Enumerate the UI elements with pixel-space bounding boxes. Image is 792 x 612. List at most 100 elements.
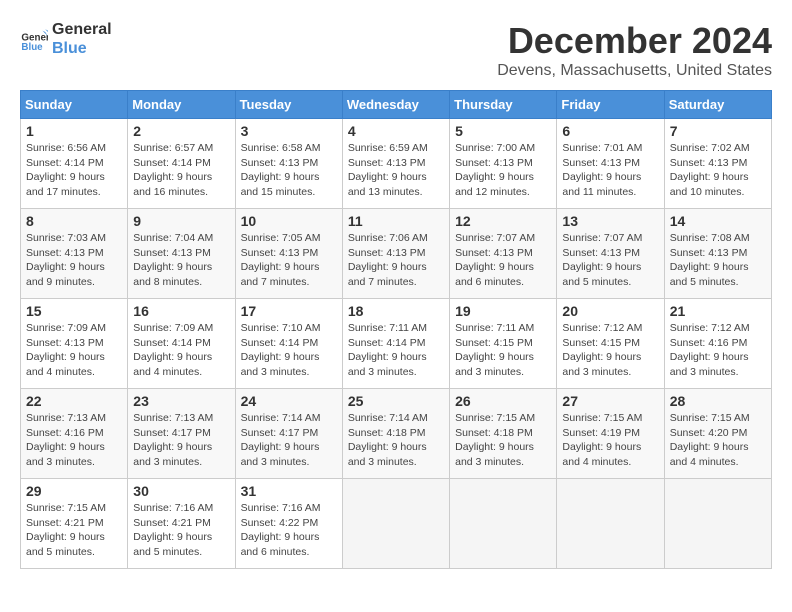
calendar-cell: 7 Sunrise: 7:02 AM Sunset: 4:13 PM Dayli… [664, 119, 771, 209]
sunset-label: Sunset: 4:13 PM [455, 247, 533, 259]
daylight-label: Daylight: 9 hours and 4 minutes. [562, 441, 641, 468]
calendar-week-row: 1 Sunrise: 6:56 AM Sunset: 4:14 PM Dayli… [21, 119, 772, 209]
day-number: 27 [562, 393, 658, 409]
calendar-cell: 9 Sunrise: 7:04 AM Sunset: 4:13 PM Dayli… [128, 209, 235, 299]
calendar-body: 1 Sunrise: 6:56 AM Sunset: 4:14 PM Dayli… [21, 119, 772, 569]
sunrise-label: Sunrise: 7:12 AM [670, 322, 750, 334]
sunset-label: Sunset: 4:13 PM [348, 157, 426, 169]
calendar-cell: 20 Sunrise: 7:12 AM Sunset: 4:15 PM Dayl… [557, 299, 664, 389]
calendar-cell: 14 Sunrise: 7:08 AM Sunset: 4:13 PM Dayl… [664, 209, 771, 299]
weekday-header-tuesday: Tuesday [235, 91, 342, 119]
day-info: Sunrise: 7:14 AM Sunset: 4:18 PM Dayligh… [348, 411, 444, 470]
day-number: 10 [241, 213, 337, 229]
day-number: 1 [26, 123, 122, 139]
day-number: 6 [562, 123, 658, 139]
sunrise-label: Sunrise: 7:15 AM [26, 502, 106, 514]
calendar-cell: 27 Sunrise: 7:15 AM Sunset: 4:19 PM Dayl… [557, 389, 664, 479]
calendar-cell: 29 Sunrise: 7:15 AM Sunset: 4:21 PM Dayl… [21, 479, 128, 569]
weekday-header-sunday: Sunday [21, 91, 128, 119]
calendar-cell [664, 479, 771, 569]
sunset-label: Sunset: 4:22 PM [241, 517, 319, 529]
sunset-label: Sunset: 4:13 PM [670, 247, 748, 259]
day-info: Sunrise: 7:08 AM Sunset: 4:13 PM Dayligh… [670, 231, 766, 290]
day-number: 5 [455, 123, 551, 139]
logo-blue: Blue [52, 39, 112, 58]
day-info: Sunrise: 7:04 AM Sunset: 4:13 PM Dayligh… [133, 231, 229, 290]
sunset-label: Sunset: 4:13 PM [670, 157, 748, 169]
day-info: Sunrise: 7:13 AM Sunset: 4:16 PM Dayligh… [26, 411, 122, 470]
sunset-label: Sunset: 4:19 PM [562, 427, 640, 439]
calendar-cell: 2 Sunrise: 6:57 AM Sunset: 4:14 PM Dayli… [128, 119, 235, 209]
calendar-week-row: 15 Sunrise: 7:09 AM Sunset: 4:13 PM Dayl… [21, 299, 772, 389]
sunrise-label: Sunrise: 7:16 AM [241, 502, 321, 514]
day-number: 4 [348, 123, 444, 139]
day-number: 31 [241, 483, 337, 499]
daylight-label: Daylight: 9 hours and 16 minutes. [133, 171, 212, 198]
sunrise-label: Sunrise: 7:07 AM [562, 232, 642, 244]
sunset-label: Sunset: 4:21 PM [26, 517, 104, 529]
daylight-label: Daylight: 9 hours and 5 minutes. [562, 261, 641, 288]
calendar-cell: 26 Sunrise: 7:15 AM Sunset: 4:18 PM Dayl… [450, 389, 557, 479]
svg-text:Blue: Blue [21, 42, 43, 53]
daylight-label: Daylight: 9 hours and 12 minutes. [455, 171, 534, 198]
day-number: 26 [455, 393, 551, 409]
title-section: December 2024 Devens, Massachusetts, Uni… [497, 20, 772, 80]
calendar-cell: 25 Sunrise: 7:14 AM Sunset: 4:18 PM Dayl… [342, 389, 449, 479]
calendar-cell: 4 Sunrise: 6:59 AM Sunset: 4:13 PM Dayli… [342, 119, 449, 209]
sunrise-label: Sunrise: 7:10 AM [241, 322, 321, 334]
day-number: 13 [562, 213, 658, 229]
calendar-cell: 17 Sunrise: 7:10 AM Sunset: 4:14 PM Dayl… [235, 299, 342, 389]
sunrise-label: Sunrise: 7:04 AM [133, 232, 213, 244]
weekday-header-row: SundayMondayTuesdayWednesdayThursdayFrid… [21, 91, 772, 119]
weekday-header-friday: Friday [557, 91, 664, 119]
day-number: 22 [26, 393, 122, 409]
sunrise-label: Sunrise: 7:01 AM [562, 142, 642, 154]
daylight-label: Daylight: 9 hours and 10 minutes. [670, 171, 749, 198]
day-info: Sunrise: 7:12 AM Sunset: 4:15 PM Dayligh… [562, 321, 658, 380]
day-info: Sunrise: 7:05 AM Sunset: 4:13 PM Dayligh… [241, 231, 337, 290]
calendar-cell [450, 479, 557, 569]
calendar-cell: 1 Sunrise: 6:56 AM Sunset: 4:14 PM Dayli… [21, 119, 128, 209]
day-number: 11 [348, 213, 444, 229]
day-info: Sunrise: 7:16 AM Sunset: 4:21 PM Dayligh… [133, 501, 229, 560]
day-info: Sunrise: 6:56 AM Sunset: 4:14 PM Dayligh… [26, 141, 122, 200]
day-info: Sunrise: 7:12 AM Sunset: 4:16 PM Dayligh… [670, 321, 766, 380]
calendar-cell: 10 Sunrise: 7:05 AM Sunset: 4:13 PM Dayl… [235, 209, 342, 299]
daylight-label: Daylight: 9 hours and 7 minutes. [241, 261, 320, 288]
calendar-week-row: 8 Sunrise: 7:03 AM Sunset: 4:13 PM Dayli… [21, 209, 772, 299]
sunset-label: Sunset: 4:13 PM [455, 157, 533, 169]
sunset-label: Sunset: 4:15 PM [455, 337, 533, 349]
day-number: 17 [241, 303, 337, 319]
day-info: Sunrise: 7:15 AM Sunset: 4:18 PM Dayligh… [455, 411, 551, 470]
day-info: Sunrise: 7:14 AM Sunset: 4:17 PM Dayligh… [241, 411, 337, 470]
sunset-label: Sunset: 4:13 PM [133, 247, 211, 259]
location-title: Devens, Massachusetts, United States [497, 62, 772, 80]
daylight-label: Daylight: 9 hours and 3 minutes. [26, 441, 105, 468]
day-number: 25 [348, 393, 444, 409]
daylight-label: Daylight: 9 hours and 3 minutes. [348, 351, 427, 378]
day-number: 20 [562, 303, 658, 319]
sunset-label: Sunset: 4:15 PM [562, 337, 640, 349]
daylight-label: Daylight: 9 hours and 4 minutes. [670, 441, 749, 468]
sunset-label: Sunset: 4:17 PM [133, 427, 211, 439]
day-info: Sunrise: 7:15 AM Sunset: 4:19 PM Dayligh… [562, 411, 658, 470]
calendar-cell: 21 Sunrise: 7:12 AM Sunset: 4:16 PM Dayl… [664, 299, 771, 389]
daylight-label: Daylight: 9 hours and 17 minutes. [26, 171, 105, 198]
weekday-header-monday: Monday [128, 91, 235, 119]
calendar-week-row: 22 Sunrise: 7:13 AM Sunset: 4:16 PM Dayl… [21, 389, 772, 479]
day-number: 23 [133, 393, 229, 409]
daylight-label: Daylight: 9 hours and 11 minutes. [562, 171, 641, 198]
sunrise-label: Sunrise: 7:15 AM [455, 412, 535, 424]
day-info: Sunrise: 7:13 AM Sunset: 4:17 PM Dayligh… [133, 411, 229, 470]
daylight-label: Daylight: 9 hours and 9 minutes. [26, 261, 105, 288]
day-info: Sunrise: 6:57 AM Sunset: 4:14 PM Dayligh… [133, 141, 229, 200]
calendar-table: SundayMondayTuesdayWednesdayThursdayFrid… [20, 90, 772, 569]
sunset-label: Sunset: 4:13 PM [241, 157, 319, 169]
calendar-cell: 13 Sunrise: 7:07 AM Sunset: 4:13 PM Dayl… [557, 209, 664, 299]
sunrise-label: Sunrise: 7:08 AM [670, 232, 750, 244]
page-header: General Blue General Blue December 2024 … [20, 20, 772, 80]
daylight-label: Daylight: 9 hours and 3 minutes. [455, 351, 534, 378]
sunrise-label: Sunrise: 7:15 AM [562, 412, 642, 424]
month-title: December 2024 [497, 20, 772, 62]
sunset-label: Sunset: 4:17 PM [241, 427, 319, 439]
